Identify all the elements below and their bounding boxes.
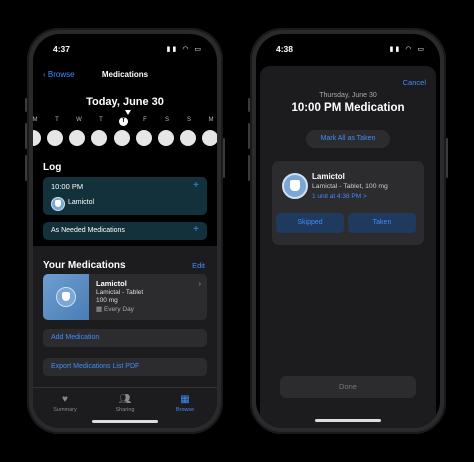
chevron-right-icon: ›: [198, 279, 201, 288]
weekday-label: T: [99, 117, 103, 123]
mute-switch: [248, 98, 250, 112]
day-circle[interactable]: [158, 130, 174, 146]
weekday-labels: M T W T T F S S M: [33, 117, 217, 127]
people-icon: 👥︎: [118, 394, 132, 405]
volume-down-button: [25, 155, 27, 181]
day-circle[interactable]: [114, 130, 130, 146]
med-detail: Lamictal - Tablet, 100 mg: [312, 183, 388, 190]
weekday-label: T: [55, 117, 59, 123]
log-med-name: Lamictol: [68, 199, 95, 206]
day-circle[interactable]: [180, 130, 196, 146]
tab-sharing-label: Sharing: [115, 407, 135, 413]
weekday-label: M: [33, 117, 38, 123]
export-pdf-button[interactable]: Export Medications List PDF: [43, 358, 207, 376]
edit-button[interactable]: Edit: [192, 261, 205, 270]
status-time: 4:37: [53, 44, 71, 54]
tab-browse[interactable]: ▦ Browse: [160, 394, 210, 413]
as-needed-label: As Needed Medications: [51, 227, 125, 234]
med-image: [43, 274, 89, 320]
add-log-icon[interactable]: +: [193, 180, 199, 191]
status-bar: 4:37 ▮▮ ◠ ▭: [33, 44, 217, 58]
pill-icon: [56, 287, 76, 307]
volume-up-button: [248, 123, 250, 149]
volume-up-button: [25, 123, 27, 149]
medication-log-card: Lamictol Lamictal - Tablet, 100 mg 1 uni…: [272, 161, 424, 245]
medication-card[interactable]: Lamictol Lamictal - Tablet 100 mg ▦ Ever…: [43, 274, 207, 320]
day-circle[interactable]: [47, 130, 63, 146]
day-circle[interactable]: [33, 130, 41, 146]
med-schedule: ▦ Every Day: [96, 305, 134, 313]
add-medication-button[interactable]: Add Medication: [43, 329, 207, 347]
as-needed-card[interactable]: As Needed Medications +: [43, 222, 207, 240]
log-section-title: Log: [43, 162, 62, 173]
calendar-icon: ▦: [96, 306, 104, 313]
log-time: 10:00 PM: [51, 182, 84, 191]
status-icons: ▮▮ ◠ ▭: [389, 46, 426, 53]
weekday-label-selected[interactable]: T: [119, 117, 128, 126]
med-schedule-text: Every Day: [103, 306, 134, 313]
status-bar: 4:38 ▮▮ ◠ ▭: [256, 44, 440, 58]
taken-button[interactable]: Taken: [348, 213, 416, 233]
export-pdf-label: Export Medications List PDF: [51, 363, 140, 370]
current-day-indicator: [125, 110, 131, 115]
day-circle[interactable]: [91, 130, 107, 146]
home-indicator[interactable]: [315, 419, 381, 422]
medication-sheet: Cancel Thursday, June 30 10:00 PM Medica…: [260, 66, 436, 428]
left-phone: 4:37 ▮▮ ◠ ▭ ‹ Browse Medications Today, …: [25, 28, 225, 434]
heart-icon: ♥: [62, 394, 68, 405]
power-button: [223, 138, 225, 178]
nav-title: Medications: [101, 70, 149, 79]
day-circle[interactable]: [136, 130, 152, 146]
cancel-button[interactable]: Cancel: [403, 78, 426, 87]
skipped-button[interactable]: Skipped: [276, 213, 344, 233]
mute-switch: [25, 98, 27, 112]
log-entry-card[interactable]: 10:00 PM + Lamictol: [43, 177, 207, 215]
pill-icon: [282, 173, 308, 199]
sheet-date: Thursday, June 30: [319, 92, 377, 99]
weekday-label: S: [186, 117, 191, 123]
volume-down-button: [248, 155, 250, 181]
weekday-label: W: [76, 117, 82, 123]
tab-sharing[interactable]: 👥︎ Sharing: [100, 394, 150, 413]
grid-icon: ▦: [180, 394, 190, 405]
status-icons: ▮▮ ◠ ▭: [166, 46, 203, 53]
tab-summary[interactable]: ♥ Summary: [40, 394, 90, 413]
weekday-label: M: [208, 117, 214, 123]
status-time: 4:38: [276, 44, 294, 54]
med-name: Lamictol: [96, 279, 127, 288]
home-indicator[interactable]: [92, 420, 158, 423]
tab-summary-label: Summary: [53, 407, 77, 413]
med-dose: 100 mg: [96, 297, 118, 304]
tab-bar: ♥ Summary 👥︎ Sharing ▦ Browse: [33, 387, 217, 428]
your-meds-title: Your Medications: [43, 260, 126, 271]
weekday-label: S: [164, 117, 169, 123]
date-title: Today, June 30: [86, 96, 164, 108]
nav-bar: ‹ Browse Medications: [33, 70, 217, 86]
power-button: [446, 138, 448, 178]
done-button[interactable]: Done: [280, 376, 416, 398]
right-screen: 4:38 ▮▮ ◠ ▭ Cancel Thursday, June 30 10:…: [256, 34, 440, 428]
med-name: Lamictol: [312, 172, 345, 181]
weekday-label: F: [143, 117, 147, 123]
add-medication-label: Add Medication: [51, 334, 100, 341]
tab-browse-label: Browse: [175, 407, 195, 413]
med-type: Lamictal - Tablet: [96, 289, 144, 296]
pill-icon: [51, 197, 65, 211]
day-circles: [33, 130, 217, 148]
day-circle[interactable]: [69, 130, 85, 146]
sheet-title: 10:00 PM Medication: [291, 102, 405, 114]
left-screen: 4:37 ▮▮ ◠ ▭ ‹ Browse Medications Today, …: [33, 34, 217, 428]
right-phone: 4:38 ▮▮ ◠ ▭ Cancel Thursday, June 30 10:…: [248, 28, 448, 434]
mark-all-taken-button[interactable]: Mark All as Taken: [306, 130, 390, 148]
add-as-needed-icon[interactable]: +: [193, 224, 199, 235]
dose-time-link[interactable]: 1 unit at 4:38 PM >: [312, 193, 367, 200]
day-circle[interactable]: [202, 130, 217, 146]
